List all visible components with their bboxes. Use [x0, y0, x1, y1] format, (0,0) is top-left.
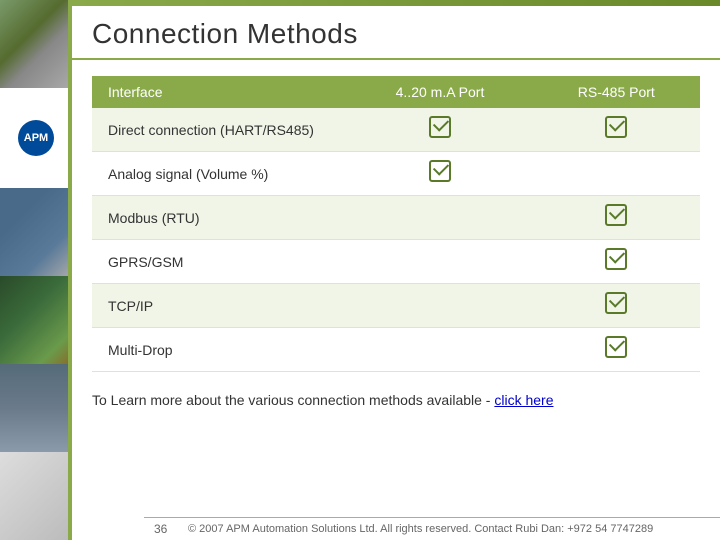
checkmark-icon: [605, 292, 627, 314]
sidebar-image-4: [0, 276, 72, 364]
sidebar: APM: [0, 0, 72, 540]
checkmark-icon: [429, 116, 451, 138]
col3-check-cell: [533, 108, 700, 152]
checkmark-icon: [605, 248, 627, 270]
table-row: GPRS/GSM: [92, 240, 700, 284]
table-header-row: Interface 4..20 m.A Port RS-485 Port: [92, 76, 700, 108]
checkmark-icon: [605, 336, 627, 358]
col2-check-cell: [347, 284, 532, 328]
col2-check-cell: [347, 196, 532, 240]
col-rs485-header: RS-485 Port: [533, 76, 700, 108]
col3-check-cell: [533, 284, 700, 328]
col3-check-cell: [533, 152, 700, 196]
col-interface-header: Interface: [92, 76, 347, 108]
interface-cell: Multi-Drop: [92, 328, 347, 372]
col2-check-cell: [347, 152, 532, 196]
footer-prefix: To Learn more about the various connecti…: [92, 392, 490, 408]
table-container: Interface 4..20 m.A Port RS-485 Port Dir…: [72, 60, 720, 382]
col2-check-cell: [347, 328, 532, 372]
interface-cell: Direct connection (HART/RS485): [92, 108, 347, 152]
page-footer: 36 © 2007 APM Automation Solutions Ltd. …: [144, 517, 720, 540]
sidebar-image-6: [0, 452, 72, 540]
checkmark-icon: [605, 116, 627, 138]
apm-logo-text: APM: [24, 133, 48, 144]
table-row: Analog signal (Volume %): [92, 152, 700, 196]
table-row: Multi-Drop: [92, 328, 700, 372]
interface-cell: GPRS/GSM: [92, 240, 347, 284]
col3-check-cell: [533, 196, 700, 240]
page-title: Connection Methods: [92, 18, 700, 50]
table-row: TCP/IP: [92, 284, 700, 328]
click-here-link[interactable]: click here: [494, 392, 553, 408]
checkmark-icon: [429, 160, 451, 182]
interface-cell: Modbus (RTU): [92, 196, 347, 240]
apm-logo: APM: [0, 88, 72, 188]
col3-check-cell: [533, 328, 700, 372]
checkmark-icon: [605, 204, 627, 226]
main-content: Connection Methods Interface 4..20 m.A P…: [72, 0, 720, 540]
page-number: 36: [154, 522, 178, 536]
sidebar-image-3: [0, 188, 72, 276]
table-row: Direct connection (HART/RS485): [92, 108, 700, 152]
col2-check-cell: [347, 240, 532, 284]
interface-cell: Analog signal (Volume %): [92, 152, 347, 196]
copyright-text: © 2007 APM Automation Solutions Ltd. All…: [188, 523, 653, 535]
page-header: Connection Methods: [72, 6, 720, 60]
sidebar-image-1: [0, 0, 72, 88]
col-420ma-header: 4..20 m.A Port: [347, 76, 532, 108]
sidebar-image-5: [0, 364, 72, 452]
table-row: Modbus (RTU): [92, 196, 700, 240]
footer-text: To Learn more about the various connecti…: [72, 382, 720, 412]
connection-methods-table: Interface 4..20 m.A Port RS-485 Port Dir…: [92, 76, 700, 372]
col2-check-cell: [347, 108, 532, 152]
interface-cell: TCP/IP: [92, 284, 347, 328]
col3-check-cell: [533, 240, 700, 284]
